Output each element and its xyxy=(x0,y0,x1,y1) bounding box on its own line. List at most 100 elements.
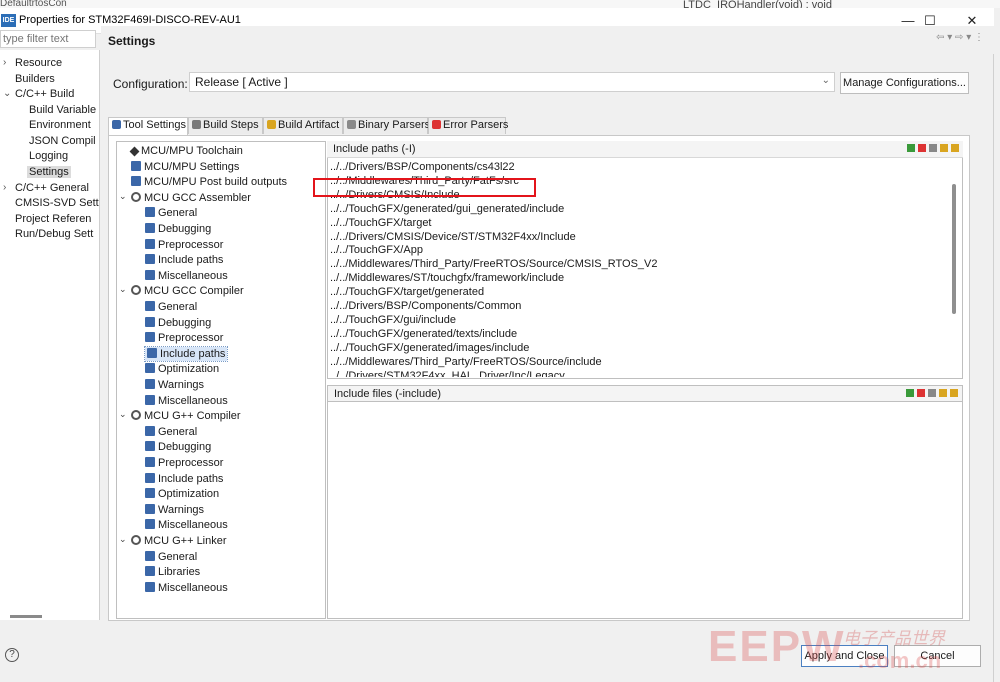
include-path-item[interactable]: ../../Drivers/BSP/Components/Common xyxy=(330,299,521,313)
tree-node[interactable]: MCU/MPU Settings xyxy=(131,160,239,174)
tree-node[interactable]: MCU GCC Compiler xyxy=(131,284,244,298)
nav-item[interactable]: Resource xyxy=(15,57,62,69)
apply-and-close-button[interactable]: Apply and Close xyxy=(801,645,888,667)
tree-node[interactable]: Include paths xyxy=(145,472,223,486)
cancel-button[interactable]: Cancel xyxy=(894,645,981,667)
include-path-item[interactable]: ../../Middlewares/Third_Party/FreeRTOS/S… xyxy=(330,355,602,369)
include-path-item[interactable]: ../../TouchGFX/target xyxy=(330,216,432,230)
tree-node[interactable]: General xyxy=(145,550,197,564)
nav-expand-arrow-icon[interactable]: ⌄ xyxy=(3,88,11,99)
tree-node[interactable]: Preprocessor xyxy=(145,331,223,345)
tree-node[interactable]: Miscellaneous xyxy=(145,518,228,532)
tab-icon xyxy=(267,120,276,129)
option-category-icon xyxy=(145,550,155,561)
tree-node[interactable]: General xyxy=(145,425,197,439)
tree-node[interactable]: MCU G++ Compiler xyxy=(131,409,241,423)
tab-icon xyxy=(192,120,201,129)
edit-icon[interactable] xyxy=(928,389,936,397)
edit-icon[interactable] xyxy=(929,144,937,152)
include-paths-header: Include paths (-I) xyxy=(327,141,963,158)
filter-input[interactable] xyxy=(0,30,96,48)
tree-node[interactable]: MCU/MPU Toolchain xyxy=(129,144,243,158)
tab-binary-parsers[interactable]: Binary Parsers xyxy=(343,117,430,134)
tree-node[interactable]: MCU G++ Linker xyxy=(131,534,227,548)
tree-node-label: Optimization xyxy=(158,488,220,501)
include-path-item[interactable]: ../../Middlewares/Third_Party/FreeRTOS/S… xyxy=(330,257,657,271)
tree-node[interactable]: Preprocessor xyxy=(145,238,223,252)
tree-node-label: MCU GCC Compiler xyxy=(144,285,244,298)
include-paths-scrollbar[interactable] xyxy=(952,184,956,314)
delete-icon[interactable] xyxy=(917,389,925,397)
tab-build-artifact[interactable]: Build Artifact xyxy=(263,117,343,134)
nav-expand-arrow-icon[interactable]: › xyxy=(3,182,6,193)
manage-configurations-button[interactable]: Manage Configurations... xyxy=(840,72,969,94)
nav-item[interactable]: C/C++ General xyxy=(15,182,89,194)
tree-node[interactable]: Miscellaneous xyxy=(145,581,228,595)
tree-node[interactable]: Debugging xyxy=(145,440,211,454)
help-icon[interactable]: ? xyxy=(5,648,19,662)
configuration-select[interactable]: Release [ Active ] ⌄ xyxy=(189,72,835,92)
tree-node[interactable]: Include paths xyxy=(145,253,223,267)
tree-node[interactable]: MCU/MPU Post build outputs xyxy=(131,175,287,189)
nav-scrollbar[interactable] xyxy=(10,615,42,618)
tree-node[interactable]: Optimization xyxy=(145,487,219,501)
tree-node[interactable]: Debugging xyxy=(145,222,211,236)
tree-node[interactable]: General xyxy=(145,206,197,220)
nav-item[interactable]: Run/Debug Sett xyxy=(15,228,93,240)
option-category-icon xyxy=(145,519,155,530)
add-icon[interactable] xyxy=(906,389,914,397)
tab-label: Build Steps xyxy=(203,119,259,131)
move-up-icon[interactable] xyxy=(939,389,947,397)
move-down-icon[interactable] xyxy=(951,144,959,152)
tree-node[interactable]: Include paths xyxy=(143,345,229,362)
include-path-item[interactable]: ../../TouchGFX/target/generated xyxy=(330,285,484,299)
include-path-item[interactable]: ../../Drivers/STM32F4xx_HAL_Driver/Inc/L… xyxy=(330,369,565,378)
nav-item[interactable]: Project Referen xyxy=(15,213,91,225)
include-files-list[interactable] xyxy=(327,402,963,619)
add-icon[interactable] xyxy=(907,144,915,152)
tree-node-label: Miscellaneous xyxy=(158,269,228,282)
nav-expand-arrow-icon[interactable]: › xyxy=(3,57,6,68)
tree-node[interactable]: Debugging xyxy=(145,316,211,330)
history-nav-icons[interactable]: ⇦ ▾ ⇨ ▾ ⋮ xyxy=(936,32,984,43)
include-path-item[interactable]: ../../TouchGFX/generated/texts/include xyxy=(330,327,517,341)
tree-expand-icon[interactable]: ⌄ xyxy=(119,534,127,545)
tree-node[interactable]: Optimization xyxy=(145,362,219,376)
include-path-item[interactable]: ../../TouchGFX/generated/images/include xyxy=(330,341,529,355)
include-path-item[interactable]: ../../TouchGFX/generated/gui_generated/i… xyxy=(330,202,564,216)
option-category-icon xyxy=(145,581,155,592)
include-path-item[interactable]: ../../TouchGFX/App xyxy=(330,243,423,257)
nav-item[interactable]: Environment xyxy=(29,119,91,131)
nav-item[interactable]: Settings xyxy=(27,166,71,178)
tree-expand-icon[interactable]: ⌄ xyxy=(119,191,127,202)
tree-node[interactable]: Warnings xyxy=(145,503,204,517)
tree-expand-icon[interactable]: ⌄ xyxy=(119,284,127,295)
move-up-icon[interactable] xyxy=(940,144,948,152)
nav-item[interactable]: Build Variable xyxy=(29,104,96,116)
tree-node-label: MCU G++ Linker xyxy=(144,535,227,547)
include-path-item[interactable]: ../../TouchGFX/gui/include xyxy=(330,313,456,327)
include-path-item[interactable]: ../../Drivers/BSP/Components/cs43l22 xyxy=(330,160,515,174)
delete-icon[interactable] xyxy=(918,144,926,152)
tree-node[interactable]: Warnings xyxy=(145,378,204,392)
include-path-item[interactable]: ../../Middlewares/ST/touchgfx/framework/… xyxy=(330,271,564,285)
tab-label: Build Artifact xyxy=(278,119,340,131)
tree-node[interactable]: Preprocessor xyxy=(145,456,223,470)
nav-item[interactable]: JSON Compil xyxy=(29,135,96,147)
tab-error-parsers[interactable]: Error Parsers xyxy=(428,117,508,134)
nav-item[interactable]: CMSIS-SVD Sett xyxy=(15,197,99,209)
tree-expand-icon[interactable]: ⌄ xyxy=(119,409,127,420)
tree-node-label: MCU/MPU Settings xyxy=(144,160,240,173)
tree-node[interactable]: Miscellaneous xyxy=(145,394,228,408)
tree-node[interactable]: Libraries xyxy=(145,565,200,579)
include-path-item[interactable]: ../../Drivers/CMSIS/Device/ST/STM32F4xx/… xyxy=(330,230,576,244)
move-down-icon[interactable] xyxy=(950,389,958,397)
nav-item[interactable]: Logging xyxy=(29,150,68,162)
tree-node[interactable]: General xyxy=(145,300,197,314)
nav-item[interactable]: Builders xyxy=(15,73,55,85)
tree-node[interactable]: Miscellaneous xyxy=(145,269,228,283)
tab-build-steps[interactable]: Build Steps xyxy=(188,117,263,134)
nav-item[interactable]: C/C++ Build xyxy=(15,88,74,100)
tree-node[interactable]: MCU GCC Assembler xyxy=(131,191,251,205)
tab-tool-settings[interactable]: Tool Settings xyxy=(108,117,188,135)
